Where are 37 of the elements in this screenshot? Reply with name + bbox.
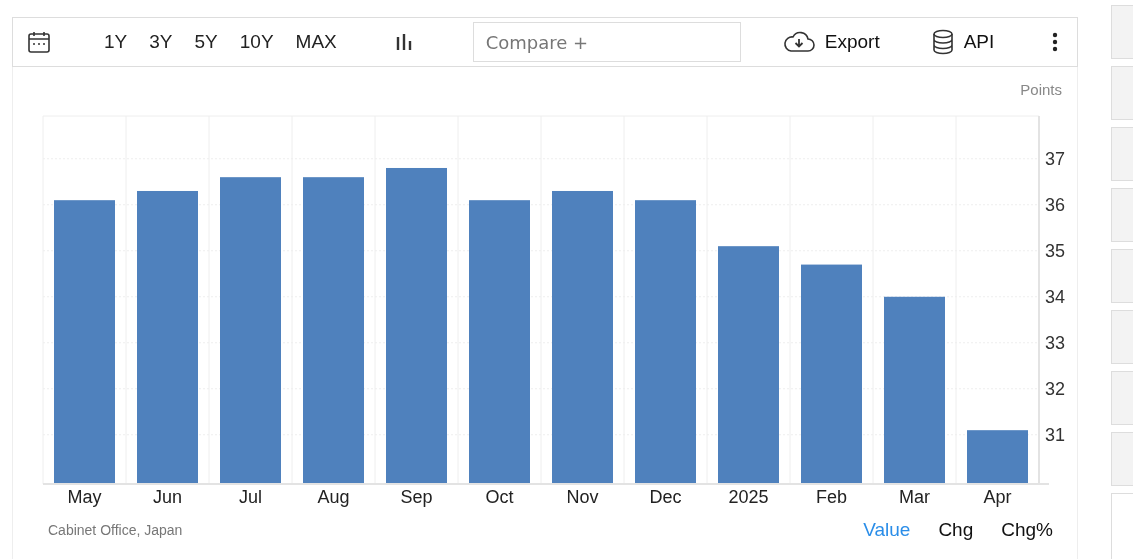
range-button[interactable]: 1Y — [93, 31, 139, 53]
export-button[interactable]: Export — [782, 31, 880, 53]
x-tick-label: May — [67, 487, 102, 507]
x-tick-label: Feb — [816, 487, 847, 507]
x-tick-label: Sep — [400, 487, 433, 507]
x-tick-label: Nov — [566, 487, 599, 507]
y-tick-label: 36 — [1045, 194, 1066, 215]
y-tick-label: 33 — [1045, 332, 1066, 353]
bar-chart-icon[interactable] — [394, 33, 413, 51]
x-tick-label: 2025 — [728, 487, 769, 507]
cloud-download-icon — [782, 31, 815, 53]
y-tick-label: 34 — [1045, 286, 1066, 307]
range-button[interactable]: 5Y — [183, 31, 229, 53]
view-tab[interactable]: Chg — [924, 519, 988, 541]
y-tick-label: 37 — [1045, 148, 1066, 169]
x-tick-label: Oct — [485, 487, 514, 507]
calendar-icon[interactable] — [27, 30, 51, 54]
source-label: Cabinet Office, Japan — [48, 522, 183, 538]
more-options-icon[interactable] — [1052, 32, 1059, 52]
x-tick-label: Mar — [899, 487, 930, 507]
range-button[interactable]: 10Y — [228, 31, 285, 53]
bar — [967, 430, 1028, 484]
y-tick-label: 31 — [1045, 424, 1066, 445]
view-tab[interactable]: Chg% — [987, 519, 1067, 541]
x-tick-label: Aug — [317, 487, 350, 507]
x-tick-label: Apr — [983, 487, 1012, 507]
y-tick-label: 32 — [1045, 378, 1066, 399]
x-tick-label: Dec — [649, 487, 682, 507]
y-tick-label: 35 — [1045, 240, 1066, 261]
api-button[interactable]: API — [931, 29, 995, 55]
range-button[interactable]: 3Y — [138, 31, 184, 53]
database-icon — [931, 29, 954, 55]
x-tick-label: Jun — [153, 487, 182, 507]
compare-field[interactable]: Compare + — [472, 22, 741, 62]
x-tick-label: Jul — [239, 487, 262, 507]
range-button[interactable]: MAX — [284, 31, 348, 53]
unit-label: Points — [1020, 81, 1062, 98]
